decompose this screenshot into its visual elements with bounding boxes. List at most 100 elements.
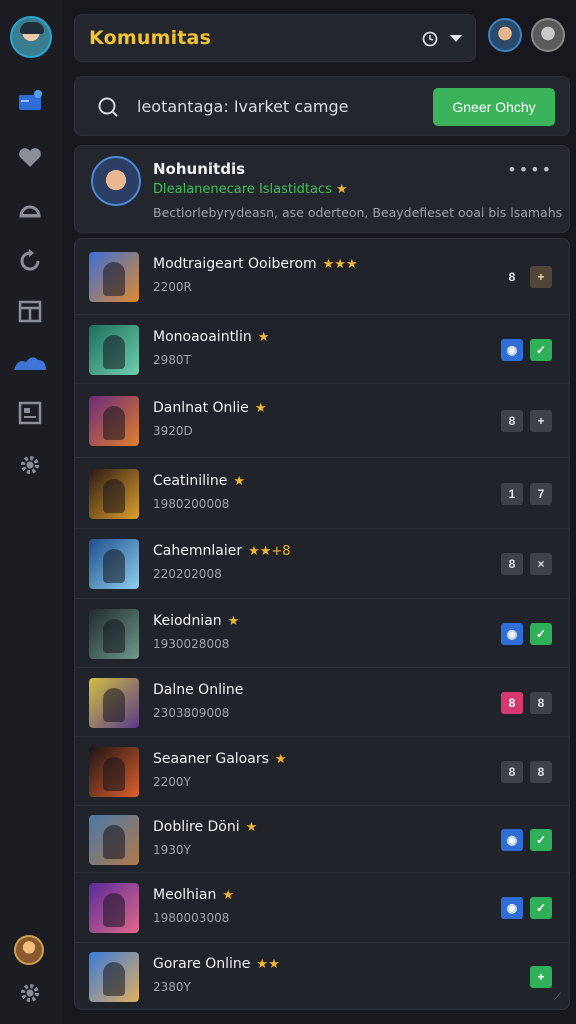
game-thumbnail (89, 539, 139, 589)
create-button[interactable]: Gneer Ohchy (433, 88, 555, 126)
list-item[interactable]: Seaaner Galoars ★ 2200Y 8 8 (75, 737, 569, 806)
friend-subtext: 220202008 (153, 567, 222, 581)
action-button-primary[interactable]: 1 (501, 482, 523, 505)
star-icon: ★ (245, 819, 258, 835)
friend-subtext: 1930028008 (153, 636, 230, 651)
star-icon: ★ (233, 473, 246, 489)
profile-avatar[interactable] (14, 935, 44, 965)
game-thumbnail (89, 814, 139, 865)
friend-list: Modtraigeart Ooiberom ★★★ 2200R 8 + Monoaoain… (74, 238, 570, 1010)
list-item[interactable]: Doblire Döni ★ 1930Y ◉ ✓ (75, 806, 569, 873)
action-button-primary[interactable]: ◉ (501, 622, 523, 645)
action-button-secondary[interactable]: ✓ (530, 338, 552, 361)
star-icon: ★ (222, 888, 235, 903)
action-button-secondary[interactable]: 8 (530, 760, 552, 783)
friend-name: Ceatiniline ★ (153, 473, 245, 489)
list-item[interactable]: Danlnat Onlie ★ 3920D 8 + (75, 384, 569, 458)
refresh-icon[interactable] (15, 246, 45, 276)
profile-bio: Bectiorlebyrydeasn, ase oderteon, Beayde… (153, 205, 563, 220)
search-icon (98, 97, 118, 117)
friend-name: Doblire Döni ★ (153, 819, 257, 835)
star-icon: ★ (254, 401, 267, 416)
user-avatar[interactable] (10, 16, 52, 58)
friend-name-text: Keiodnian (153, 612, 222, 629)
action-button-secondary[interactable]: × (530, 553, 552, 575)
friend-subtext: 2980T (153, 352, 191, 367)
list-item[interactable]: Keiodnian ★ 1930028008 ◉ ✓ (75, 599, 569, 668)
profile-name: Nohunitdis (153, 160, 246, 178)
friend-name: Dalne Online (153, 682, 243, 698)
gallery-icon[interactable] (15, 398, 45, 428)
action-button-primary[interactable]: ◉ (501, 897, 523, 919)
action-button-primary[interactable]: ◉ (501, 338, 523, 361)
action-button-secondary[interactable]: 7 (530, 482, 552, 505)
search-bar: leotantaga: Ivarket camge Gneer Ohchy (74, 76, 570, 136)
friend-subtext: 3920D (153, 424, 193, 438)
profile-card: Nohunitdis Dlealanenecare Islastidtacs ★ … (74, 145, 570, 233)
friend-subtext: 1980200008 (153, 496, 230, 511)
chevron-down-icon[interactable] (449, 34, 463, 44)
list-item[interactable]: Modtraigeart Ooiberom ★★★ 2200R 8 + (75, 239, 569, 315)
clock-icon[interactable] (421, 30, 439, 48)
heart-icon[interactable] (15, 143, 45, 173)
action-button-primary[interactable]: 8 (501, 553, 523, 575)
friend-name-text: Seaaner Galoars (153, 750, 269, 767)
game-thumbnail (89, 324, 139, 375)
game-thumbnail (89, 677, 139, 728)
friend-avatar[interactable] (531, 18, 565, 52)
star-icon: ★★+8 (248, 544, 291, 559)
friend-name-text: Dalne Online (153, 681, 244, 698)
friend-name: Danlnat Onlie ★ (153, 400, 266, 416)
friend-name-text: Cahemnlaier (153, 543, 243, 559)
action-button-secondary[interactable]: ✓ (530, 897, 552, 919)
action-button-primary[interactable]: 8 (501, 760, 523, 783)
store-icon[interactable] (15, 296, 45, 326)
game-thumbnail (89, 883, 139, 933)
star-icon: ★ (227, 613, 240, 629)
action-button-primary[interactable]: 8 (501, 691, 523, 714)
friend-name: Cahemnlaier ★★+8 (153, 543, 291, 559)
top-bar: Komumitas (74, 14, 476, 62)
avatar[interactable] (91, 156, 141, 206)
app-title: Komumitas (89, 27, 212, 49)
more-icon[interactable]: •••• (507, 160, 553, 179)
status-text: Dlealanenecare Islastidtacs (153, 182, 332, 197)
action-button-secondary[interactable]: ✓ (530, 622, 552, 645)
resize-handle-icon[interactable]: ⟋ (554, 992, 561, 1003)
chat-icon[interactable] (15, 194, 45, 224)
list-item[interactable]: Gorare Online ★★ 2380Y + (75, 943, 569, 1009)
community-icon[interactable] (12, 348, 48, 378)
profile-status: Dlealanenecare Islastidtacs ★ (153, 182, 348, 197)
action-button-secondary[interactable]: + (530, 410, 552, 432)
friend-name-text: Doblire Döni (153, 818, 240, 835)
left-rail (0, 0, 62, 1024)
friend-name: Modtraigeart Ooiberom ★★★ (153, 256, 358, 272)
settings-icon[interactable] (15, 450, 45, 480)
list-item[interactable]: Cahemnlaier ★★+8 220202008 8 × (75, 529, 569, 599)
friend-name-text: Modtraigeart Ooiberom (153, 256, 317, 272)
action-button-primary[interactable]: 8 (501, 410, 523, 432)
list-item[interactable]: Monoaoaintlin ★ 2980T ◉ ✓ (75, 315, 569, 384)
game-thumbnail (89, 252, 139, 302)
friend-subtext: 2200Y (153, 774, 191, 789)
friend-name: Meolhian ★ (153, 887, 234, 903)
friend-subtext: 2303809008 (153, 705, 230, 720)
friend-subtext: 1930Y (153, 842, 191, 857)
friend-name: Seaaner Galoars ★ (153, 751, 287, 767)
list-item[interactable]: Ceatiniline ★ 1980200008 1 7 (75, 458, 569, 529)
action-button-primary[interactable]: 8 (501, 266, 523, 288)
star-icon: ★★ (256, 957, 280, 972)
action-button-secondary[interactable]: ✓ (530, 828, 552, 851)
friend-name-text: Meolhian (153, 887, 217, 903)
friend-avatar[interactable] (488, 18, 522, 52)
action-button-secondary[interactable]: + (530, 266, 552, 288)
wallet-icon[interactable] (15, 86, 45, 116)
list-item[interactable]: Dalne Online 2303809008 8 8 (75, 668, 569, 737)
settings-icon-bottom[interactable] (15, 978, 45, 1008)
friend-subtext: 1980003008 (153, 911, 230, 925)
action-button-secondary[interactable]: + (530, 966, 552, 988)
search-input[interactable]: leotantaga: Ivarket camge (137, 97, 348, 116)
action-button-secondary[interactable]: 8 (530, 691, 552, 714)
list-item[interactable]: Meolhian ★ 1980003008 ◉ ✓ (75, 873, 569, 943)
action-button-primary[interactable]: ◉ (501, 828, 523, 851)
